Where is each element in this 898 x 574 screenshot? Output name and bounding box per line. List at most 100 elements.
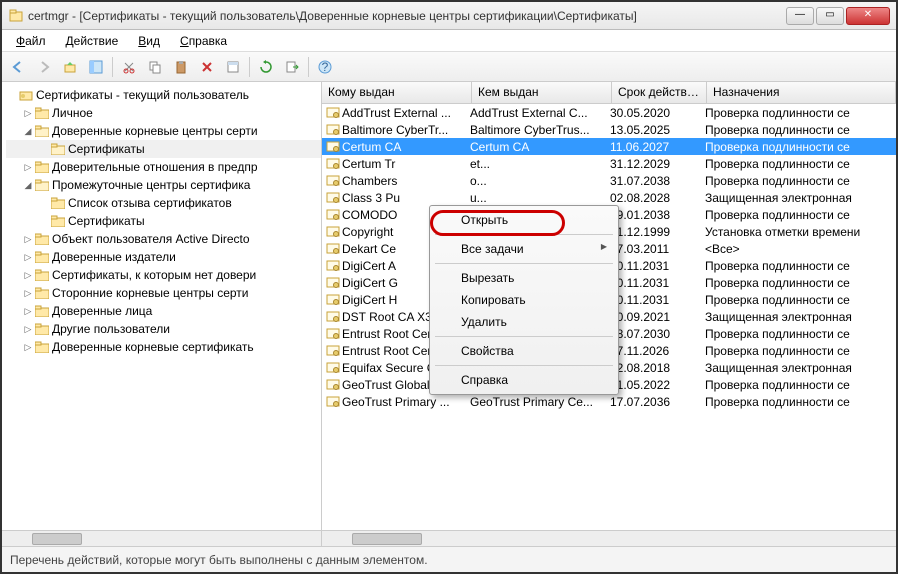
cell-issued-by: AddTrust External C...: [470, 106, 610, 120]
cm-properties[interactable]: Свойства: [433, 340, 615, 362]
cell-expiry: 22.08.2018: [610, 361, 705, 375]
tree-expand-icon[interactable]: ▷: [22, 252, 34, 263]
maximize-button[interactable]: ▭: [816, 7, 844, 25]
tree-expand-icon[interactable]: ▷: [22, 342, 34, 353]
tree-item[interactable]: ▷Доверенные издатели: [6, 248, 321, 266]
tree-label: Список отзыва сертификатов: [68, 196, 232, 210]
tree-label: Доверенные корневые центры серти: [52, 124, 258, 138]
list-header: Кому выдан Кем выдан Срок действия Назна…: [322, 82, 896, 104]
list-scrollbar[interactable]: [322, 530, 896, 546]
cell-issued-by: u...: [470, 191, 610, 205]
cm-help[interactable]: Справка: [433, 369, 615, 391]
help-button[interactable]: ?: [313, 55, 337, 79]
menu-help[interactable]: Справка: [172, 32, 235, 50]
toolbar-separator: [249, 57, 250, 77]
col-issued-by[interactable]: Кем выдан: [472, 82, 612, 103]
tree-label: Сертификаты: [68, 142, 145, 156]
cell-purpose: Установка отметки времени: [705, 225, 896, 239]
close-button[interactable]: ✕: [846, 7, 890, 25]
tree-item[interactable]: ▷Сторонние корневые центры серти: [6, 284, 321, 302]
table-row[interactable]: GeoTrust Primary ...GeoTrust Primary Ce.…: [322, 393, 896, 410]
folder-icon: [34, 321, 50, 337]
table-row[interactable]: AddTrust External ...AddTrust External C…: [322, 104, 896, 121]
cell-issued-to: AddTrust External ...: [342, 106, 470, 120]
cm-separator: [435, 336, 613, 337]
cell-purpose: Защищенная электронная: [705, 361, 896, 375]
folder-icon: [50, 141, 66, 157]
tree-item[interactable]: ▷Другие пользователи: [6, 320, 321, 338]
forward-button[interactable]: [32, 55, 56, 79]
tree-item[interactable]: Список отзыва сертификатов: [6, 194, 321, 212]
folder-icon: [34, 159, 50, 175]
cell-expiry: 19.01.2038: [610, 208, 705, 222]
tree-expand-icon[interactable]: ▷: [22, 324, 34, 335]
tree-item[interactable]: ▷Доверительные отношения в предпр: [6, 158, 321, 176]
table-row[interactable]: Baltimore CyberTr...Baltimore CyberTrus.…: [322, 121, 896, 138]
cut-button[interactable]: [117, 55, 141, 79]
tree-expand-icon[interactable]: ▷: [22, 288, 34, 299]
tree-expand-icon[interactable]: ▷: [22, 270, 34, 281]
cert-icon: [325, 122, 341, 138]
cell-purpose: Проверка подлинности се: [705, 344, 896, 358]
tree-label: Сертификаты - текущий пользователь: [36, 88, 249, 102]
export-button[interactable]: [280, 55, 304, 79]
menu-file[interactable]: Файл: [8, 32, 54, 50]
cell-issued-to: GeoTrust Primary ...: [342, 395, 470, 409]
minimize-button[interactable]: —: [786, 7, 814, 25]
cell-purpose: Защищенная электронная: [705, 191, 896, 205]
cm-cut[interactable]: Вырезать: [433, 267, 615, 289]
menu-view[interactable]: Вид: [130, 32, 168, 50]
table-row[interactable]: Chamberso...31.07.2038Проверка подлиннос…: [322, 172, 896, 189]
col-expiry[interactable]: Срок действия: [612, 82, 707, 103]
cell-purpose: Проверка подлинности се: [705, 174, 896, 188]
copy-button[interactable]: [143, 55, 167, 79]
window-controls: — ▭ ✕: [786, 7, 890, 25]
tree-item[interactable]: Сертификаты - текущий пользователь: [6, 86, 321, 104]
cm-open[interactable]: Открыть: [433, 209, 615, 231]
table-row[interactable]: Class 3 Puu...02.08.2028Защищенная элект…: [322, 189, 896, 206]
tree-item[interactable]: Сертификаты: [6, 212, 321, 230]
cell-purpose: Проверка подлинности се: [705, 259, 896, 273]
cert-icon: [325, 173, 341, 189]
cell-expiry: 02.08.2028: [610, 191, 705, 205]
tree-scrollbar[interactable]: [2, 530, 321, 546]
cert-icon: [325, 292, 341, 308]
paste-button[interactable]: [169, 55, 193, 79]
tree-expand-icon[interactable]: ◢: [22, 126, 34, 137]
back-button[interactable]: [6, 55, 30, 79]
tree-item[interactable]: ▷Сертификаты, к которым нет довери: [6, 266, 321, 284]
refresh-button[interactable]: [254, 55, 278, 79]
tree-item[interactable]: ▷Объект пользователя Active Directo: [6, 230, 321, 248]
col-issued-to[interactable]: Кому выдан: [322, 82, 472, 103]
properties-button[interactable]: [221, 55, 245, 79]
menu-action[interactable]: Действие: [58, 32, 127, 50]
tree-expand-icon[interactable]: ◢: [22, 180, 34, 191]
up-button[interactable]: [58, 55, 82, 79]
cell-issued-by: GeoTrust Primary Ce...: [470, 395, 610, 409]
show-hide-tree-button[interactable]: [84, 55, 108, 79]
tree-expand-icon[interactable]: ▷: [22, 234, 34, 245]
table-row[interactable]: Certum Tret...31.12.2029Проверка подлинн…: [322, 155, 896, 172]
cell-issued-to: Certum Tr: [342, 157, 470, 171]
col-purpose[interactable]: Назначения: [707, 82, 896, 103]
tree-item[interactable]: Сертификаты: [6, 140, 321, 158]
tree-label: Доверенные корневые сертификать: [52, 340, 254, 354]
tree-item[interactable]: ▷Доверенные лица: [6, 302, 321, 320]
tree-expand-icon[interactable]: ▷: [22, 108, 34, 119]
menubar: Файл Действие Вид Справка: [2, 30, 896, 52]
tree-item[interactable]: ▷ Личное: [6, 104, 321, 122]
table-row[interactable]: Certum CACertum CA11.06.2027Проверка под…: [322, 138, 896, 155]
tree-label: Личное: [52, 106, 93, 120]
tree-item[interactable]: ◢ Доверенные корневые центры серти: [6, 122, 321, 140]
cm-copy[interactable]: Копировать: [433, 289, 615, 311]
cert-icon: [325, 309, 341, 325]
cm-all-tasks[interactable]: Все задачи: [433, 238, 615, 260]
delete-button[interactable]: [195, 55, 219, 79]
tree-item[interactable]: ▷ Доверенные корневые сертификать: [6, 338, 321, 356]
tree-expand-icon[interactable]: ▷: [22, 162, 34, 173]
cm-delete[interactable]: Удалить: [433, 311, 615, 333]
cert-icon: [325, 241, 341, 257]
tree-item[interactable]: ◢Промежуточные центры сертифика: [6, 176, 321, 194]
folder-icon: [34, 177, 50, 193]
tree-expand-icon[interactable]: ▷: [22, 306, 34, 317]
